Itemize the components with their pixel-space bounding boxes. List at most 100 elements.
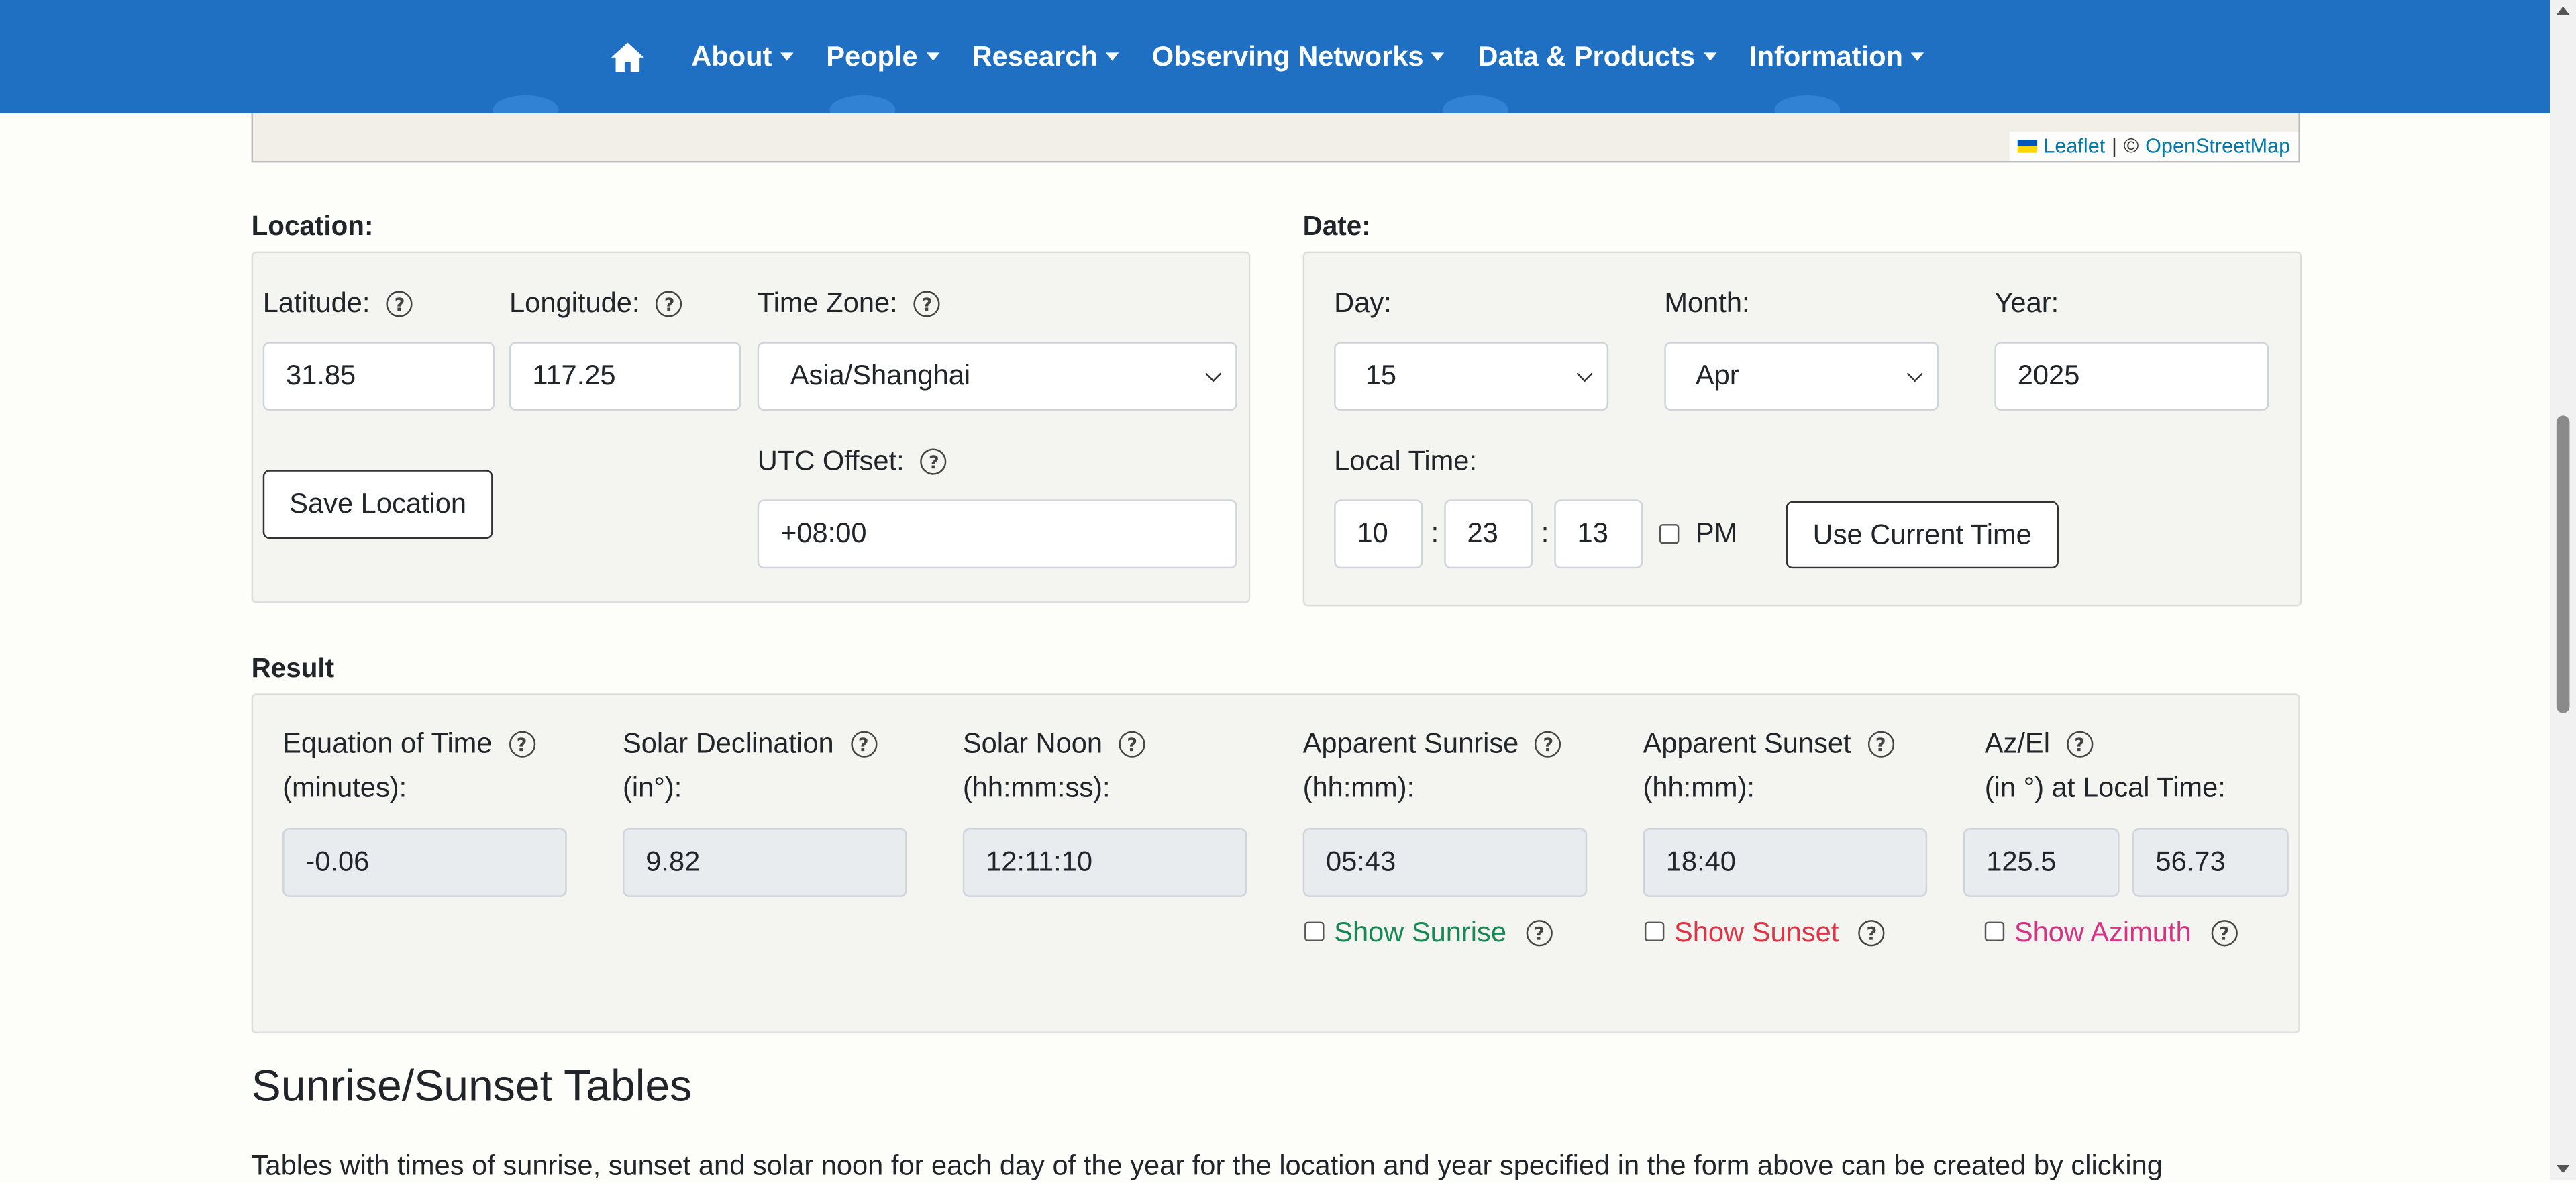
second-input[interactable]: 13 (1554, 499, 1643, 569)
eot-value: -0.06 (305, 845, 370, 878)
solar-noon-value: 12:11:10 (986, 845, 1093, 878)
utc-offset-label-text: UTC Offset: (757, 445, 905, 477)
help-icon[interactable]: ? (850, 731, 877, 758)
nav-research-label: Research (972, 40, 1098, 72)
nav-about[interactable]: About (691, 40, 794, 73)
utc-offset-label: UTC Offset: ? (758, 446, 947, 478)
openstreetmap-link[interactable]: OpenStreetMap (2145, 135, 2290, 158)
show-sunset-text: Show Sunset (1674, 917, 1839, 948)
solar-noon-label-line1: Solar Noon (962, 727, 1103, 760)
help-icon[interactable]: ? (509, 731, 535, 758)
azimuth-value: 125.5 (1986, 845, 2057, 878)
sunset-output: 18:40 (1643, 828, 1928, 897)
vertical-scrollbar[interactable] (2550, 0, 2576, 1180)
pm-checkbox[interactable] (1659, 524, 1680, 544)
help-icon[interactable]: ? (1119, 731, 1145, 758)
location-heading: Location: (251, 211, 374, 242)
utc-offset-input[interactable]: +08:00 (757, 499, 1237, 569)
show-sunrise-checkbox[interactable] (1304, 921, 1325, 941)
save-location-button[interactable]: Save Location (262, 470, 493, 539)
show-sunrise-text: Show Sunrise (1334, 917, 1507, 948)
sunrise-unit: (hh:mm): (1302, 772, 1415, 804)
nav-observing-networks[interactable]: Observing Networks (1152, 40, 1445, 73)
help-icon[interactable]: ? (2211, 920, 2238, 947)
help-icon[interactable]: ? (1867, 731, 1894, 758)
nav-information[interactable]: Information (1749, 40, 1924, 73)
month-label: Month: (1664, 287, 1750, 319)
nav-observing-networks-label: Observing Networks (1151, 40, 1424, 72)
sunrise-value: 05:43 (1325, 845, 1396, 878)
result-heading: Result (251, 654, 335, 684)
minute-value: 23 (1467, 517, 1498, 549)
help-icon[interactable]: ? (656, 291, 683, 317)
help-icon[interactable]: ? (2066, 731, 2093, 758)
local-time-label: Local Time: (1334, 445, 1478, 477)
year-input[interactable]: 2025 (1994, 342, 2269, 411)
chevron-down-icon (925, 52, 939, 61)
azimuth-output: 125.5 (1963, 828, 2120, 897)
hour-value: 10 (1357, 517, 1388, 549)
show-sunset-label: Show Sunset ? (1674, 917, 1885, 949)
eot-output: -0.06 (282, 828, 567, 897)
help-icon[interactable]: ? (1858, 920, 1885, 947)
nav-data-products[interactable]: Data & Products (1478, 40, 1717, 73)
help-icon[interactable]: ? (1535, 731, 1561, 758)
timezone-value: Asia/Shanghai (790, 360, 971, 391)
azel-label: Az/El ? (1985, 728, 2093, 761)
home-icon[interactable] (609, 40, 646, 73)
timezone-select[interactable]: Asia/Shanghai (757, 342, 1237, 411)
declination-label: Solar Declination ? (623, 728, 877, 761)
month-select[interactable]: Apr (1664, 342, 1939, 411)
sunrise-label-line1: Apparent Sunrise (1302, 727, 1519, 760)
nav-research[interactable]: Research (972, 40, 1119, 73)
help-icon[interactable]: ? (386, 291, 413, 317)
nav-data-products-label: Data & Products (1478, 40, 1696, 72)
longitude-label-text: Longitude: (509, 287, 640, 319)
help-icon[interactable]: ? (1526, 920, 1553, 947)
scroll-up-icon[interactable] (2556, 6, 2570, 15)
longitude-label: Longitude: ? (509, 287, 683, 320)
leaflet-link[interactable]: Leaflet (2043, 135, 2105, 158)
pm-label: PM (1695, 517, 1738, 549)
day-label: Day: (1334, 287, 1392, 319)
map-container[interactable]: Leaflet | © OpenStreetMap (251, 113, 2300, 163)
day-value: 15 (1365, 360, 1397, 391)
minute-input[interactable]: 23 (1444, 499, 1533, 569)
eot-unit: (minutes): (282, 772, 407, 804)
elevation-value: 56.73 (2155, 845, 2226, 878)
nav-people[interactable]: People (826, 40, 939, 73)
help-icon[interactable]: ? (921, 448, 947, 475)
year-label: Year: (1994, 287, 2059, 319)
scroll-thumb[interactable] (2556, 415, 2570, 713)
sunset-unit: (hh:mm): (1643, 772, 1755, 804)
longitude-input[interactable]: 117.25 (509, 342, 741, 411)
day-select[interactable]: 15 (1334, 342, 1609, 411)
help-icon[interactable]: ? (914, 291, 941, 317)
ukraine-flag-icon (2017, 140, 2037, 153)
use-current-time-button[interactable]: Use Current Time (1786, 501, 2059, 569)
eot-label-line1: Equation of Time (282, 727, 493, 760)
copyright-symbol: © (2123, 134, 2139, 158)
time-separator: : (1541, 517, 1549, 549)
longitude-value: 117.25 (532, 360, 616, 391)
nav-information-label: Information (1749, 40, 1903, 72)
second-value: 13 (1577, 517, 1608, 549)
chevron-down-icon (1911, 52, 1924, 61)
solar-noon-unit: (hh:mm:ss): (962, 772, 1111, 804)
map-attribution: Leaflet | © OpenStreetMap (2008, 131, 2299, 161)
declination-value: 9.82 (646, 845, 701, 878)
show-sunset-checkbox[interactable] (1644, 921, 1665, 941)
year-value: 2025 (2017, 360, 2080, 391)
show-azimuth-text: Show Azimuth (2014, 917, 2192, 948)
sunset-label: Apparent Sunset ? (1643, 728, 1894, 761)
scroll-down-icon[interactable] (2556, 1164, 2570, 1174)
attribution-separator: | (2112, 134, 2117, 158)
hour-input[interactable]: 10 (1334, 499, 1423, 569)
utc-offset-value: +08:00 (780, 517, 867, 549)
chevron-down-icon (1106, 52, 1119, 61)
latitude-input[interactable]: 31.85 (262, 342, 495, 411)
show-azimuth-label: Show Azimuth ? (2014, 917, 2238, 949)
timezone-label-text: Time Zone: (757, 287, 898, 319)
show-azimuth-checkbox[interactable] (1984, 921, 2005, 941)
date-heading: Date: (1302, 211, 1371, 242)
